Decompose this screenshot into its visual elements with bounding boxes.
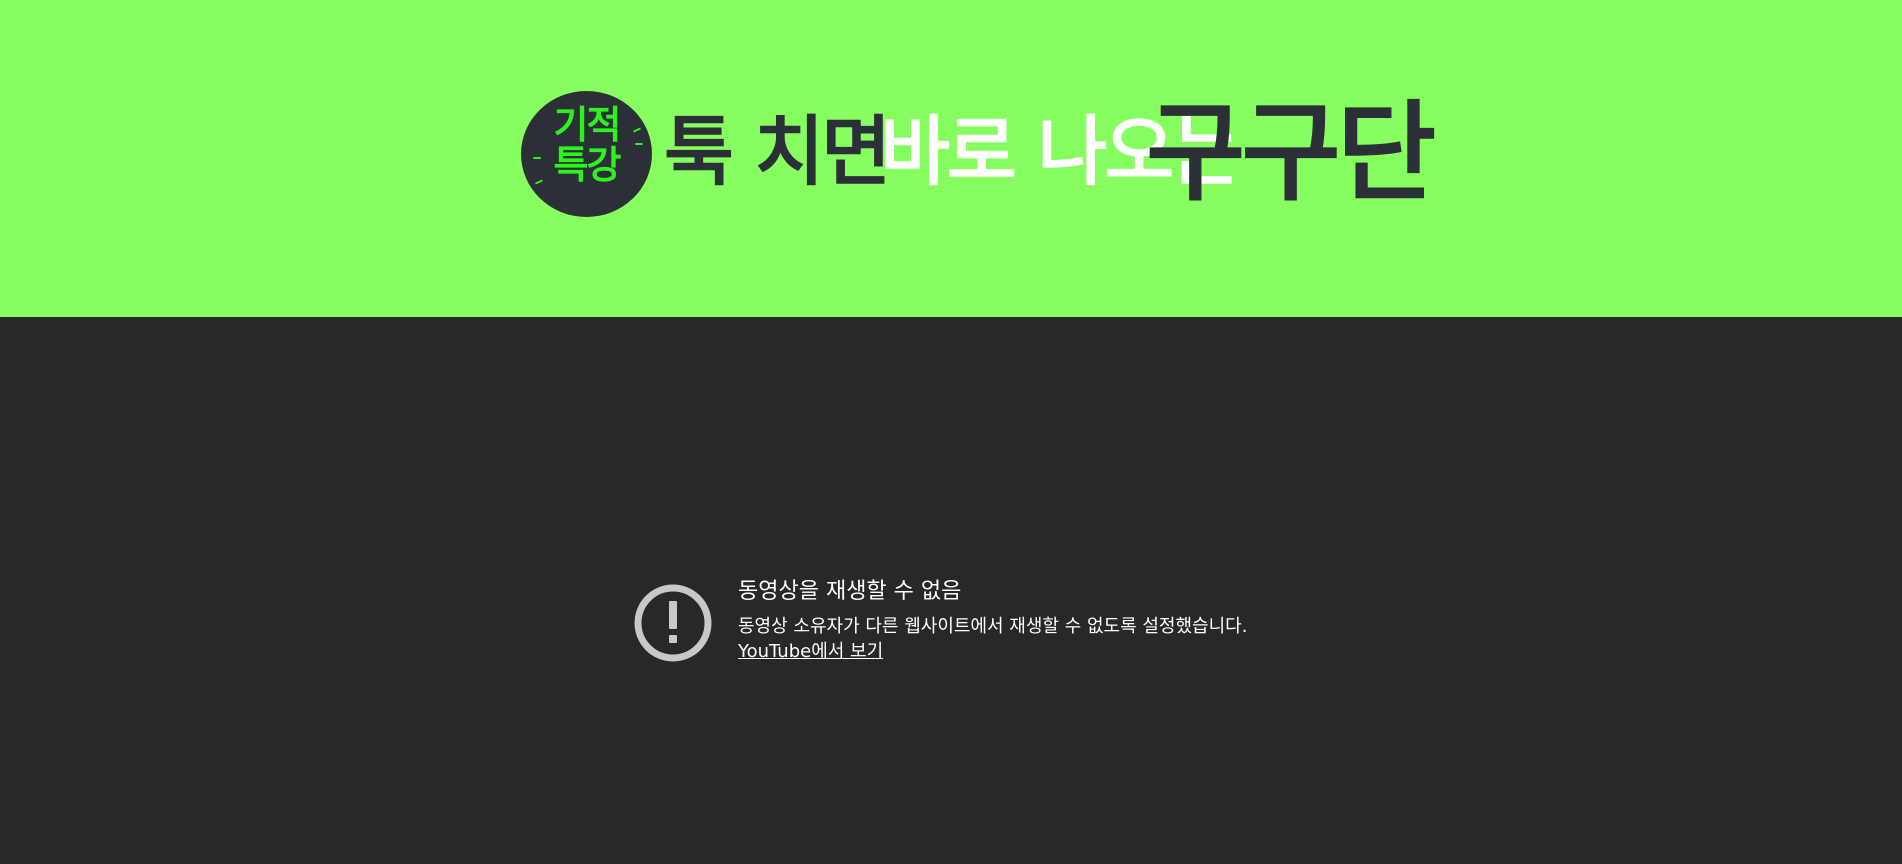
badge-logo: 기적 특강	[521, 91, 652, 217]
thumbnail-banner: 기적 특강 툭 치면 바로 나오는 구구단	[0, 0, 1902, 317]
watch-on-youtube-link[interactable]: YouTube에서 보기	[738, 640, 883, 664]
error-subtitle: 동영상 소유자가 다른 웹사이트에서 재생할 수 없도록 설정했습니다.	[738, 616, 1248, 637]
headline-part-3: 구구단	[1146, 91, 1436, 216]
badge-ray-decoration	[635, 143, 643, 145]
badge-logo-text: 기적 특강	[521, 105, 652, 185]
exclamation-circle-icon	[634, 584, 712, 662]
error-title: 동영상을 재생할 수 없음	[738, 579, 962, 604]
headline-part-1: 툭 치면	[664, 107, 891, 196]
badge-line-1: 기적	[553, 103, 622, 147]
badge-ray-decoration	[533, 157, 541, 159]
